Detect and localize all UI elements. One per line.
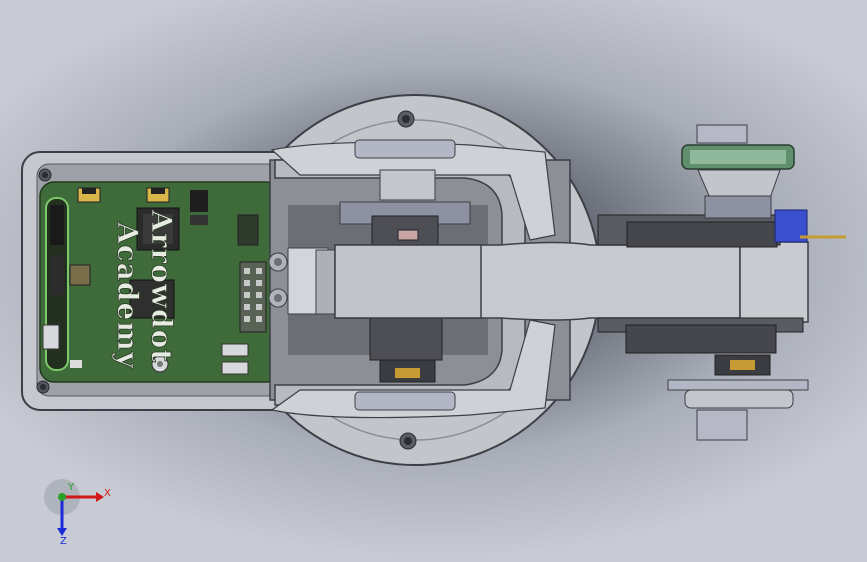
regulator-chip <box>190 190 208 212</box>
z-axis-label: Z <box>60 536 67 547</box>
bottom-bearing <box>354 309 456 411</box>
cad-viewport[interactable]: Arrowdot Academy X Y Z <box>0 0 867 562</box>
watermark-line1: Arrowdot <box>145 209 178 363</box>
usb-port <box>42 324 60 350</box>
coordinate-triad: X Y Z <box>44 479 111 547</box>
y-axis-dot <box>58 493 66 501</box>
wrist-top <box>681 124 795 219</box>
link-arm <box>334 241 809 323</box>
wrist-bottom <box>667 354 809 441</box>
y-axis-label: Y <box>67 482 75 493</box>
x-axis-label: X <box>104 488 111 499</box>
watermark: Arrowdot Academy <box>111 209 179 370</box>
pin-header <box>239 261 267 333</box>
watermark-line2: Academy <box>111 221 144 369</box>
